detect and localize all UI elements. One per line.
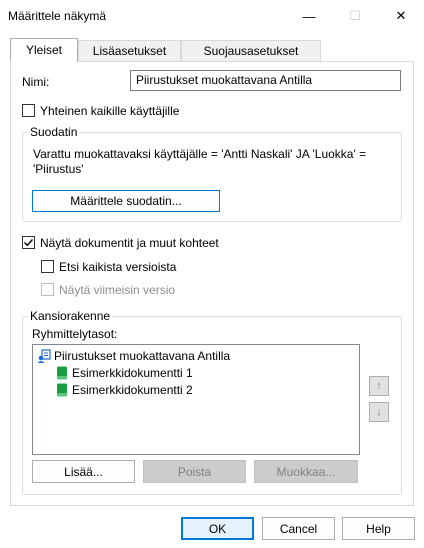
window-title: Määrittele näkymä (8, 9, 107, 23)
remove-button: Poista (143, 460, 246, 483)
cancel-button[interactable]: Cancel (262, 517, 335, 540)
show-documents-label: Näytä dokumentit ja muut kohteet (40, 236, 219, 250)
name-label: Nimi: (22, 75, 50, 89)
define-filter-label: Määrittele suodatin... (70, 194, 182, 208)
edit-button-label: Muokkaa... (276, 464, 336, 479)
shared-label: Yhteinen kaikille käyttäjille (40, 104, 180, 118)
tree-item-document-1-label: Esimerkkidokumentti 1 (72, 365, 193, 380)
arrow-down-icon: ↓ (376, 406, 382, 418)
tab-security[interactable]: Suojausasetukset (181, 40, 321, 61)
name-input[interactable]: Piirustukset muokattavana Antilla (130, 70, 401, 91)
tab-general-label: Yleiset (25, 43, 63, 57)
tab-advanced-label: Lisäasetukset (92, 44, 167, 58)
maximize-button: ☐ (332, 0, 378, 32)
tree-item-view[interactable]: Piirustukset muokattavana Antilla (37, 347, 230, 364)
document-icon (55, 366, 69, 380)
show-latest-version-checkbox (41, 283, 54, 296)
show-latest-version-label: Näytä viimeisin versio (59, 283, 176, 297)
folder-structure-legend: Kansiorakenne (28, 309, 113, 323)
edit-button: Muokkaa... (254, 460, 358, 483)
remove-button-label: Poista (177, 464, 212, 479)
ok-button[interactable]: OK (181, 517, 254, 540)
minimize-button[interactable]: — (286, 0, 332, 32)
filter-description: Varattu muokattavaksi käyttäjälle = 'Ant… (33, 147, 367, 176)
tree-item-document-2[interactable]: Esimerkkidokumentti 2 (55, 381, 193, 398)
search-all-versions-label: Etsi kaikista versioista (59, 260, 177, 274)
help-button[interactable]: Help (342, 517, 415, 540)
arrow-up-icon: ↑ (376, 380, 382, 392)
cancel-button-label: Cancel (279, 521, 318, 536)
tree-item-view-label: Piirustukset muokattavana Antilla (54, 348, 231, 363)
move-down-button[interactable]: ↓ (369, 402, 389, 422)
define-filter-button[interactable]: Määrittele suodatin... (32, 190, 220, 212)
ok-button-label: OK (208, 521, 227, 536)
tab-advanced[interactable]: Lisäasetukset (78, 40, 181, 61)
tab-security-label: Suojausasetukset (203, 44, 299, 58)
grouping-levels-label: Ryhmittelytasot: (32, 327, 118, 341)
filter-legend: Suodatin (28, 125, 80, 139)
shared-checkbox[interactable] (22, 104, 35, 117)
search-all-versions-checkbox[interactable] (41, 260, 54, 273)
add-button[interactable]: Lisää... (32, 460, 135, 483)
title-bar: Määrittele näkymä — ☐ ✕ (0, 0, 424, 32)
show-documents-checkbox[interactable] (22, 236, 35, 249)
tree-item-document-1[interactable]: Esimerkkidokumentti 1 (55, 364, 193, 381)
move-up-button[interactable]: ↑ (369, 376, 389, 396)
view-icon (37, 348, 51, 363)
maximize-icon: ☐ (349, 8, 361, 23)
close-icon: ✕ (395, 8, 407, 23)
help-button-label: Help (366, 521, 391, 536)
add-button-label: Lisää... (64, 464, 103, 479)
minimize-icon: — (302, 8, 316, 24)
tab-general[interactable]: Yleiset (10, 38, 78, 62)
document-icon (55, 383, 69, 397)
close-button[interactable]: ✕ (378, 0, 424, 32)
checkmark-icon (24, 239, 34, 247)
tree-item-document-2-label: Esimerkkidokumentti 2 (72, 382, 193, 397)
